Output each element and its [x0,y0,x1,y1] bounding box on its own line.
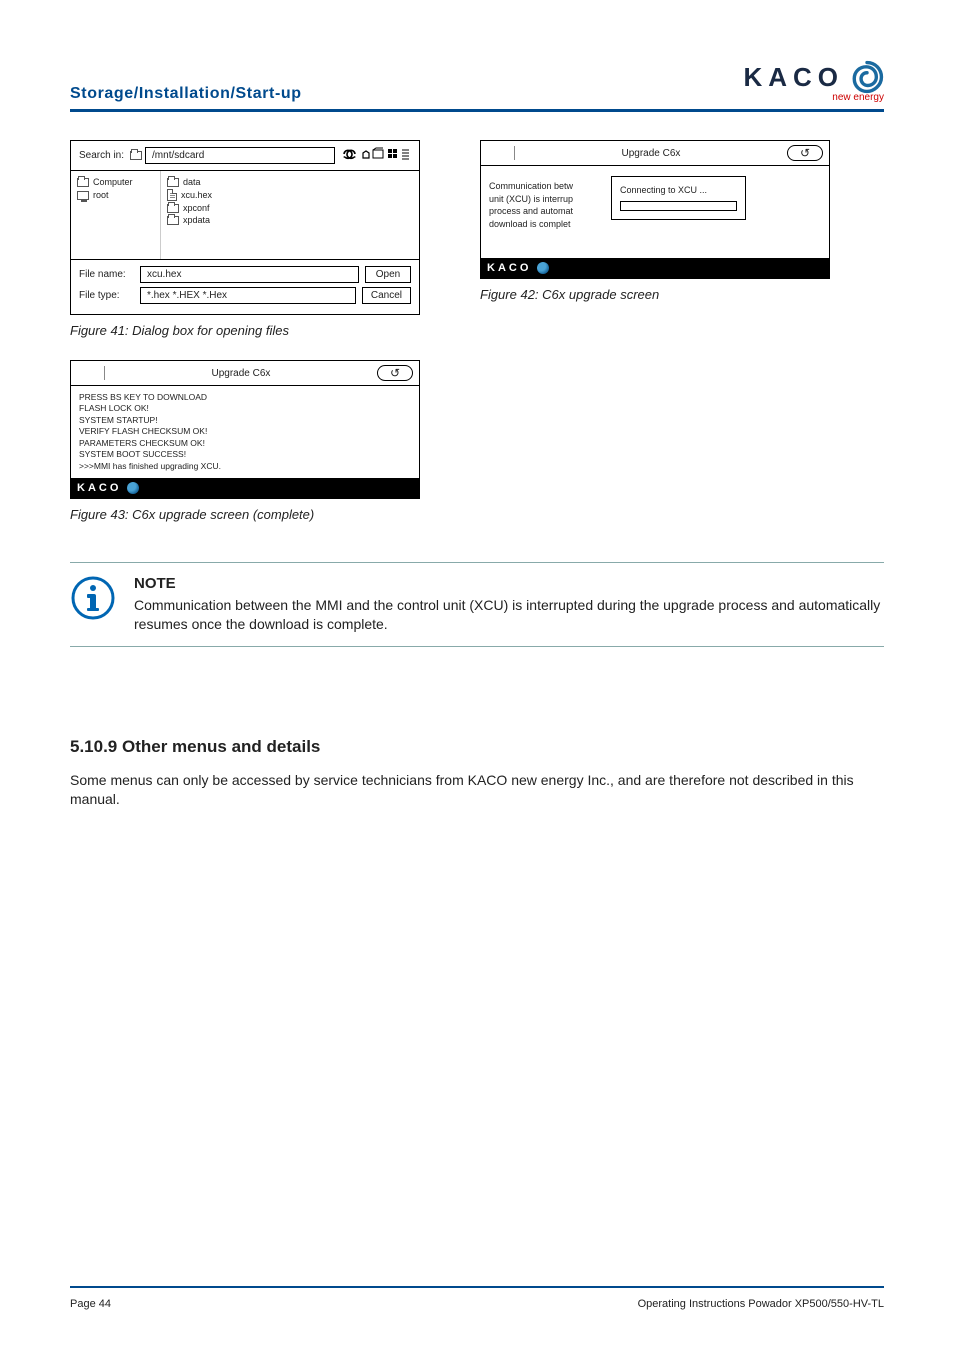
footer-rule [70,1286,884,1288]
header-rule [70,109,884,112]
connecting-popup: Connecting to XCU ... [611,176,746,220]
file-list[interactable]: data xcu.hex xpconf xpdata [161,171,419,259]
folder-icon [77,178,89,187]
note-box: NOTE Communication between the MMI and t… [70,562,884,647]
tree-root[interactable]: root [93,190,109,200]
swirl-icon [850,60,884,94]
popup-text: Connecting to XCU ... [620,185,737,195]
upgrade-title: Upgrade C6x [113,368,369,379]
info-icon [70,575,116,621]
upgrade-screen-43: Upgrade C6x ↺ PRESS BS KEY TO DOWNLOAD F… [70,360,420,499]
brand-text: KACO [743,62,844,93]
back-button[interactable]: ↺ [377,365,413,381]
filetype-field[interactable]: *.hex *.HEX *.Hex [140,287,356,304]
note-title: NOTE [134,575,884,592]
search-in-label: Search in: [79,150,124,161]
filetype-label: File type: [79,290,134,301]
breadcrumb-slot [487,146,515,160]
folder-icon [167,204,179,213]
brand-logo: KACO new energy [743,60,884,103]
toolbar-icons[interactable] [341,147,411,164]
screen-footer: KACO [481,258,829,278]
figure41-caption: Figure 41: Dialog box for opening files [70,323,420,338]
file-xpconf[interactable]: xpconf [183,203,210,213]
filename-field[interactable]: xcu.hex [140,266,359,283]
upgrade-screen-42: Upgrade C6x ↺ Communication betw unit (X… [480,140,830,279]
section-paragraph: Some menus can only be accessed by servi… [70,771,884,809]
figure42-caption: Figure 42: C6x upgrade screen [480,287,830,302]
document-title: Operating Instructions Powador XP500/550… [638,1298,884,1310]
file-xcuhex[interactable]: xcu.hex [181,190,212,200]
search-in-field[interactable]: /mnt/sdcard [145,147,335,164]
upgrade-title: Upgrade C6x [523,148,779,159]
open-button[interactable]: Open [365,266,411,283]
section-heading: 5.10.9 Other menus and details [70,737,884,757]
file-dialog: Search in: /mnt/sdcard [70,140,420,315]
screen-footer: KACO [71,478,419,498]
progress-bar [620,201,737,211]
filename-label: File name: [79,269,134,280]
section-header: Storage/Installation/Start-up [70,85,302,103]
back-button[interactable]: ↺ [787,145,823,161]
file-data[interactable]: data [183,177,201,187]
brand-subtext: new energy [832,92,884,103]
folder-icon [130,151,142,160]
file-xpdata[interactable]: xpdata [183,215,210,225]
swirl-icon [537,262,549,274]
folder-icon [167,178,179,187]
folder-icon [167,216,179,225]
upgrade-log: PRESS BS KEY TO DOWNLOAD FLASH LOCK OK! … [79,392,411,472]
swirl-icon [127,482,139,494]
figure43-caption: Figure 43: C6x upgrade screen (complete) [70,507,420,522]
note-body: Communication between the MMI and the co… [134,596,884,634]
monitor-icon [77,191,89,200]
tree-computer[interactable]: Computer [93,177,133,187]
folder-tree[interactable]: Computer root [71,171,161,259]
cancel-button[interactable]: Cancel [362,287,411,304]
breadcrumb-slot [77,366,105,380]
page-number: Page 44 [70,1298,111,1310]
file-icon [167,189,177,201]
